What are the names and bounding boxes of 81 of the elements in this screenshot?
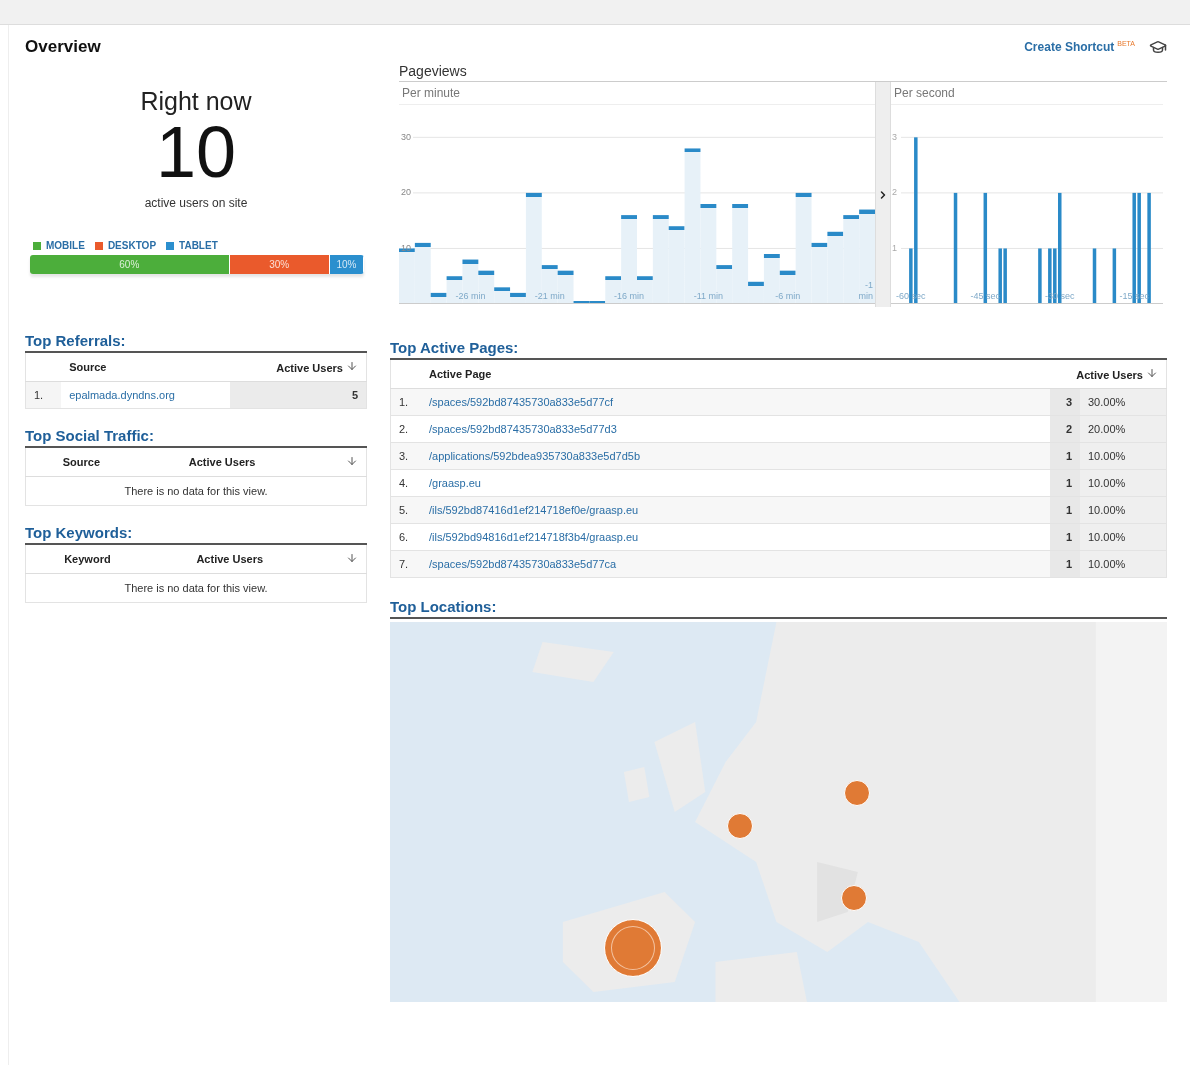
axis-label: -6 min — [775, 291, 801, 301]
section-title: Top Keywords: — [25, 524, 367, 545]
axis-label: -11 min — [693, 291, 724, 301]
chart-subtitle: Per second — [893, 85, 956, 102]
table-cell: 1 — [1050, 523, 1080, 551]
table-cell: 3 — [1050, 388, 1080, 416]
row-number: 1. — [25, 381, 62, 409]
page-link[interactable]: /graasp.eu — [429, 477, 481, 489]
column-header[interactable]: Keyword — [25, 545, 149, 574]
axis-label: -21 min — [534, 291, 565, 301]
axis-label: 20 — [401, 187, 411, 198]
legend-label: TABLET — [179, 240, 218, 251]
page-link[interactable]: /applications/592bdea935730a833e5d7d5b — [429, 450, 641, 462]
axis-label: 3 — [892, 131, 897, 142]
axis-label: -15 sec — [1119, 291, 1149, 301]
page-link[interactable]: /ils/592bd87416d1ef214718ef0e/graasp.eu — [429, 504, 639, 516]
legend-label: DESKTOP — [107, 240, 157, 251]
chart-bar — [1092, 248, 1097, 304]
table-cell: 10.00% — [1080, 550, 1167, 578]
axis-label: -26 min — [455, 291, 486, 301]
page-link[interactable]: /ils/592bd94816d1ef214718f3b4/graasp.eu — [429, 531, 639, 543]
page-link[interactable]: /spaces/592bd87435730a833e5d77d3 — [429, 423, 617, 435]
table-cell: 1 — [1050, 550, 1080, 578]
row-number: 2. — [390, 415, 421, 443]
source-link[interactable]: epalmada.dyndns.org — [69, 389, 175, 401]
row-number: 7. — [390, 550, 421, 578]
sort-arrow-icon[interactable] — [346, 360, 358, 372]
column-header[interactable]: Active Page — [421, 360, 1050, 389]
column-header[interactable]: Active Users — [136, 448, 308, 477]
row-number: 5. — [390, 496, 421, 524]
table-cell: 10.00% — [1080, 523, 1167, 551]
table-cell: 10.00% — [1080, 442, 1167, 470]
right-now-title: Right now — [140, 87, 252, 116]
table-cell: 1 — [1050, 469, 1080, 497]
section-title: Top Social Traffic: — [25, 427, 367, 448]
empty-message: There is no data for this view. — [25, 573, 367, 603]
row-number: 4. — [390, 469, 421, 497]
column-header[interactable]: Source — [25, 448, 137, 477]
graduation-cap-icon[interactable] — [1149, 38, 1167, 56]
table-cell: 1 — [1050, 496, 1080, 524]
chart-bar — [1112, 248, 1117, 304]
table-cell: 1 — [1050, 442, 1080, 470]
legend-label: MOBILE — [46, 240, 85, 251]
table-cell: 10.00% — [1080, 469, 1167, 497]
page-title: Overview — [25, 37, 101, 57]
device-segment: 30% — [229, 255, 330, 274]
column-header[interactable]: Active Users — [1050, 360, 1167, 389]
empty-message: There is no data for this view. — [25, 476, 367, 506]
axis-label: 30 — [401, 131, 411, 142]
table-cell: 10.00% — [1080, 496, 1167, 524]
page-link[interactable]: /spaces/592bd87435730a833e5d77cf — [429, 396, 614, 408]
create-shortcut-link[interactable]: Create Shortcut $^{BETA}$ — [1024, 40, 1135, 54]
axis-label: -16 min — [614, 291, 645, 301]
sort-arrow-icon[interactable] — [1146, 367, 1158, 379]
row-number: 3. — [390, 442, 421, 470]
axis-label: 10 — [401, 242, 411, 253]
row-number: 6. — [390, 523, 421, 551]
device-segment: 60% — [30, 255, 230, 274]
chart-title: Pageviews — [399, 63, 1167, 82]
page-link[interactable]: /spaces/592bd87435730a833e5d77ca — [429, 558, 617, 570]
axis-label: 1 — [892, 242, 897, 253]
section-title: Top Referrals: — [25, 332, 367, 353]
column-header[interactable]: Active Users — [230, 353, 367, 382]
column-header[interactable]: Active Users — [148, 545, 311, 574]
chart-bar — [1038, 248, 1042, 304]
table-cell: 2 — [1050, 415, 1080, 443]
chart-subtitle: Per minute — [401, 85, 462, 102]
table-cell: 30.00% — [1080, 388, 1167, 416]
axis-label: 2 — [892, 187, 897, 198]
sort-arrow-icon[interactable] — [346, 552, 358, 564]
active-users-caption: active users on site — [144, 196, 248, 210]
column-header[interactable]: Source — [61, 353, 231, 382]
section-title: Top Locations: — [390, 598, 1167, 619]
sort-arrow-icon[interactable] — [346, 455, 358, 467]
row-number: 1. — [390, 388, 421, 416]
section-title: Top Active Pages: — [390, 339, 1167, 360]
table-cell: 5 — [230, 381, 367, 409]
active-user-count: 10 — [155, 116, 237, 188]
table-cell: 20.00% — [1080, 415, 1167, 443]
device-segment: 10% — [329, 255, 364, 274]
axis-label: -1 min — [858, 280, 873, 301]
